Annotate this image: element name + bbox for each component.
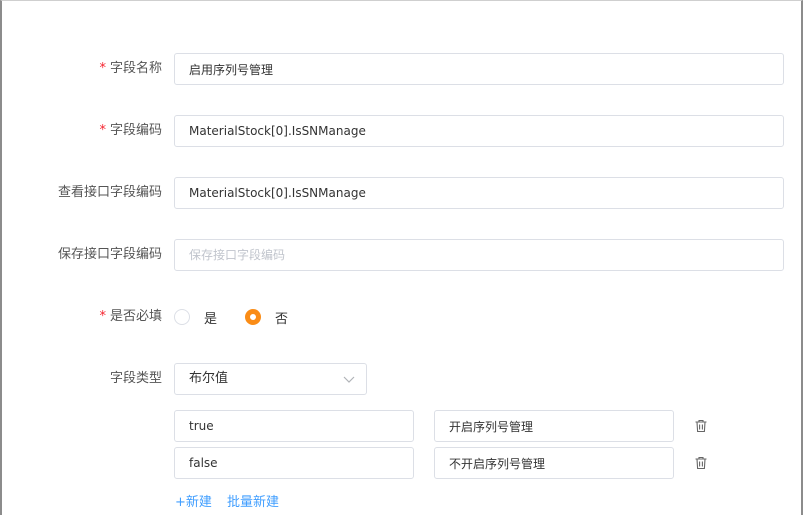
save-api-code-row: 保存接口字段编码 <box>2 239 803 271</box>
field-name-input[interactable] <box>174 53 784 85</box>
option-text-input[interactable] <box>434 410 674 442</box>
field-name-label: * 字段名称 <box>99 61 162 76</box>
radio-yes-label: 是 <box>204 311 218 327</box>
is-required-row: * 是否必填 是 否 <box>2 301 803 333</box>
trash-icon[interactable] <box>694 456 708 470</box>
required-mark: * <box>99 309 106 324</box>
radio-no[interactable]: 否 <box>245 308 288 327</box>
radio-circle-unchecked[interactable] <box>174 309 190 325</box>
save-api-code-input[interactable] <box>174 239 784 271</box>
field-type-label: 字段类型 <box>109 371 162 386</box>
required-mark: * <box>99 123 106 138</box>
option-value-input[interactable] <box>174 447 414 479</box>
field-code-input[interactable] <box>174 115 784 147</box>
save-api-code-label: 保存接口字段编码 <box>57 247 162 262</box>
field-code-label: * 字段编码 <box>99 123 162 138</box>
trash-icon[interactable] <box>694 419 708 433</box>
view-api-code-input[interactable] <box>174 177 784 209</box>
add-option-link[interactable]: +新建 <box>175 491 212 510</box>
is-required-radio-group: 是 否 <box>174 301 316 333</box>
view-api-code-label: 查看接口字段编码 <box>57 185 162 200</box>
field-name-row: * 字段名称 <box>2 53 803 85</box>
field-code-row: * 字段编码 <box>2 115 803 147</box>
view-api-code-row: 查看接口字段编码 <box>2 177 803 209</box>
field-type-value: 布尔值 <box>189 371 229 386</box>
is-required-label: * 是否必填 <box>99 309 162 324</box>
radio-circle-checked[interactable] <box>245 309 262 325</box>
chevron-down-icon <box>343 376 355 383</box>
required-mark: * <box>99 61 106 76</box>
radio-yes[interactable]: 是 <box>174 308 217 327</box>
option-text-input[interactable] <box>434 447 674 479</box>
radio-no-label: 否 <box>275 311 289 327</box>
field-type-row: 字段类型 布尔值 <box>2 363 803 395</box>
form-panel: *字段名称 *字段编码 查看接口字段编码 保存接口字段编码 *是否必填 是 否 <box>0 0 803 515</box>
field-type-select[interactable]: 布尔值 <box>174 363 367 395</box>
option-value-input[interactable] <box>174 410 414 442</box>
batch-add-option-link[interactable]: 批量新建 <box>227 491 279 510</box>
